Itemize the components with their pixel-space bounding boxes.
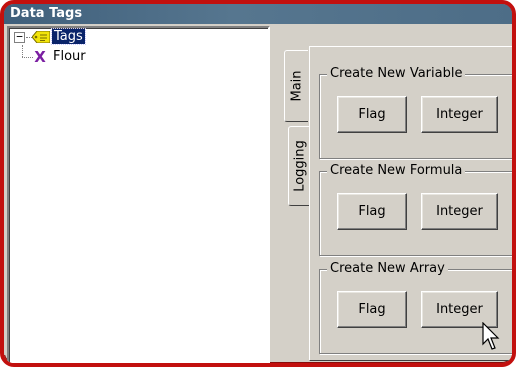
- formula-integer-button[interactable]: Integer: [421, 193, 498, 230]
- group-label: Create New Formula: [327, 163, 466, 179]
- collapse-toggle-icon[interactable]: −: [14, 31, 25, 43]
- window-title: Data Tags: [4, 4, 512, 24]
- tree-connector: [22, 57, 33, 58]
- create-variable-group: Create New Variable Flag Integer: [319, 66, 512, 159]
- mouse-pointer-icon: [482, 322, 500, 350]
- variable-flag-button[interactable]: Flag: [337, 96, 407, 133]
- content-area: − Tags X Flour Main Logging Create New V…: [4, 24, 512, 363]
- vertical-tabs: Main Logging: [280, 46, 312, 363]
- main-tab-panel: Create New Variable Flag Integer Create …: [309, 46, 512, 361]
- tags-tree[interactable]: − Tags X Flour: [7, 26, 270, 363]
- tab-main-label: Main: [289, 70, 304, 102]
- group-label: Create New Variable: [327, 66, 466, 82]
- tree-connector: [22, 45, 23, 57]
- variable-integer-button[interactable]: Integer: [421, 96, 498, 133]
- create-formula-group: Create New Formula Flag Integer: [319, 163, 512, 256]
- window-frame: Data Tags − Tags X Flour Main Logging Cr…: [0, 0, 516, 367]
- tab-main[interactable]: Main: [284, 50, 308, 122]
- formula-flag-button[interactable]: Flag: [337, 193, 407, 230]
- tag-icon: [32, 31, 50, 43]
- group-label: Create New Array: [327, 261, 448, 277]
- variable-x-icon: X: [34, 48, 46, 66]
- tab-logging-label: Logging: [292, 140, 308, 192]
- array-flag-button[interactable]: Flag: [337, 291, 407, 328]
- tree-node-flour[interactable]: Flour: [53, 49, 86, 65]
- tree-node-tags[interactable]: Tags: [51, 28, 86, 45]
